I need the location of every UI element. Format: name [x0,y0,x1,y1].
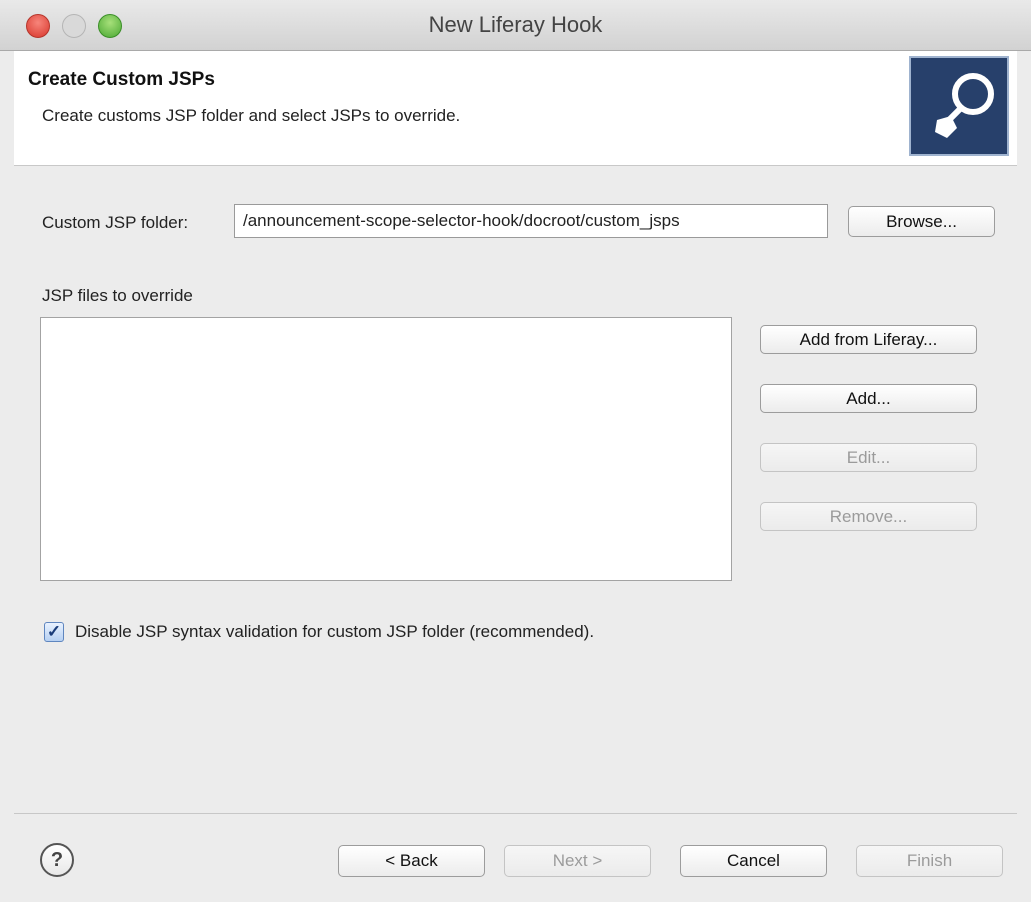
add-from-liferay-button[interactable]: Add from Liferay... [760,325,977,354]
page-title: Create Custom JSPs [28,69,215,90]
footer-separator [14,813,1017,814]
wizard-banner: Create Custom JSPs Create customs JSP fo… [14,51,1017,166]
remove-button[interactable]: Remove... [760,502,977,531]
jsp-files-label: JSP files to override [42,286,193,305]
edit-button[interactable]: Edit... [760,443,977,472]
finish-button[interactable]: Finish [856,845,1003,877]
custom-jsp-folder-input[interactable]: /announcement-scope-selector-hook/docroo… [234,204,828,238]
help-icon[interactable]: ? [40,843,74,877]
liferay-hook-wizard-icon [909,56,1009,156]
custom-jsp-folder-label: Custom JSP folder: [42,213,189,232]
window-title: New Liferay Hook [428,12,603,37]
disable-validation-checkbox[interactable]: ✓ [44,622,64,642]
jsp-files-list[interactable] [40,317,732,581]
title-bar[interactable]: New Liferay Hook [0,0,1031,51]
next-button[interactable]: Next > [504,845,651,877]
page-description: Create customs JSP folder and select JSP… [42,106,461,125]
browse-button[interactable]: Browse... [848,206,995,237]
cancel-button[interactable]: Cancel [680,845,827,877]
disable-validation-label: Disable JSP syntax validation for custom… [75,622,595,641]
back-button[interactable]: < Back [338,845,485,877]
add-button[interactable]: Add... [760,384,977,413]
wizard-window: New Liferay Hook Create Custom JSPs Crea… [0,0,1031,902]
